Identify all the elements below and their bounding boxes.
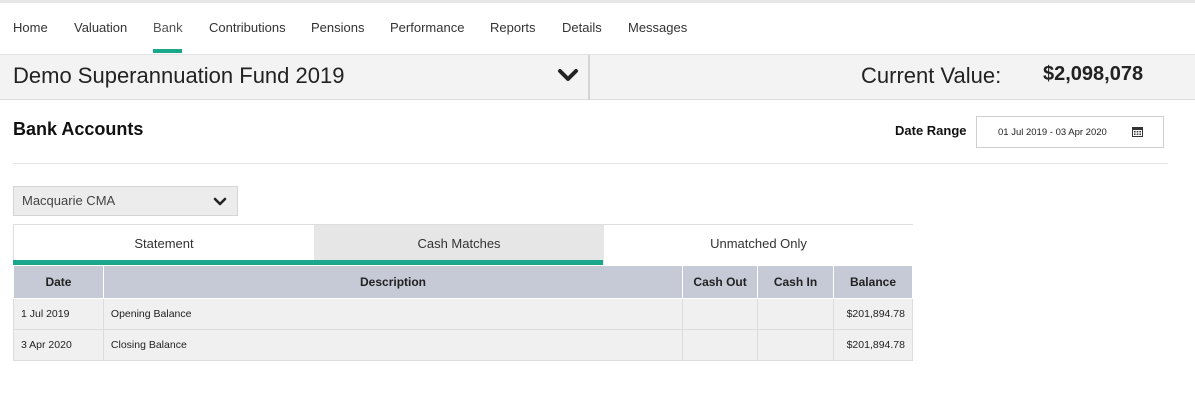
date-range-picker[interactable]: 01 Jul 2019 - 03 Apr 2020: [976, 116, 1164, 148]
fund-bar-divider: [588, 55, 590, 100]
cell-cash-out: [682, 298, 759, 330]
current-value-label: Current Value:: [861, 63, 1002, 88]
chevron-down-icon: [213, 196, 227, 208]
column-header-description[interactable]: Description: [102, 265, 684, 299]
account-select-value: Macquarie CMA: [22, 193, 116, 208]
nav-bank[interactable]: Bank: [153, 20, 183, 35]
cell-cash-in: [757, 298, 834, 330]
nav-home[interactable]: Home: [13, 20, 48, 35]
calendar-icon: [1132, 126, 1143, 137]
nav-pensions[interactable]: Pensions: [311, 20, 364, 35]
date-range-value: 01 Jul 2019 - 03 Apr 2020: [998, 127, 1107, 138]
cell-cash-in: [757, 329, 834, 361]
nav-reports[interactable]: Reports: [490, 20, 536, 35]
table-row: 1 Jul 2019 Opening Balance $201,894.78: [13, 298, 914, 330]
column-header-cash-in[interactable]: Cash In: [757, 265, 834, 299]
nav-active-indicator: [153, 49, 182, 53]
cell-date: 1 Jul 2019: [13, 298, 104, 330]
cell-description: Closing Balance: [103, 329, 684, 361]
cell-balance: $201,894.78: [833, 329, 914, 361]
nav-valuation[interactable]: Valuation: [74, 20, 127, 35]
table-header-row: Date Description Cash Out Cash In Balanc…: [13, 265, 914, 299]
cell-balance: $201,894.78: [833, 298, 914, 330]
fund-name: Demo Superannuation Fund 2019: [13, 63, 345, 88]
tab-unmatched-only[interactable]: Unmatched Only: [604, 225, 913, 266]
top-navigation: Home Valuation Bank Contributions Pensio…: [0, 0, 1195, 55]
cell-date: 3 Apr 2020: [13, 329, 104, 361]
cell-description: Opening Balance: [103, 298, 684, 330]
nav-performance[interactable]: Performance: [390, 20, 464, 35]
column-header-date[interactable]: Date: [13, 265, 104, 299]
nav-contributions[interactable]: Contributions: [209, 20, 286, 35]
bank-statement-table: Date Description Cash Out Cash In Balanc…: [13, 265, 914, 361]
account-select[interactable]: Macquarie CMA: [13, 186, 238, 216]
date-range-label: Date Range: [895, 123, 967, 138]
table-row: 3 Apr 2020 Closing Balance $201,894.78: [13, 329, 914, 361]
cell-cash-out: [682, 329, 759, 361]
nav-messages[interactable]: Messages: [628, 20, 687, 35]
page-title: Bank Accounts: [13, 119, 144, 139]
column-header-balance[interactable]: Balance: [832, 265, 914, 299]
nav-details[interactable]: Details: [562, 20, 602, 35]
current-value: $2,098,078: [1043, 63, 1144, 85]
fund-header-bar: Demo Superannuation Fund 2019 Current Va…: [0, 55, 1195, 100]
section-divider: [13, 163, 1168, 164]
column-header-cash-out[interactable]: Cash Out: [682, 265, 759, 299]
chevron-down-icon[interactable]: [556, 65, 580, 87]
